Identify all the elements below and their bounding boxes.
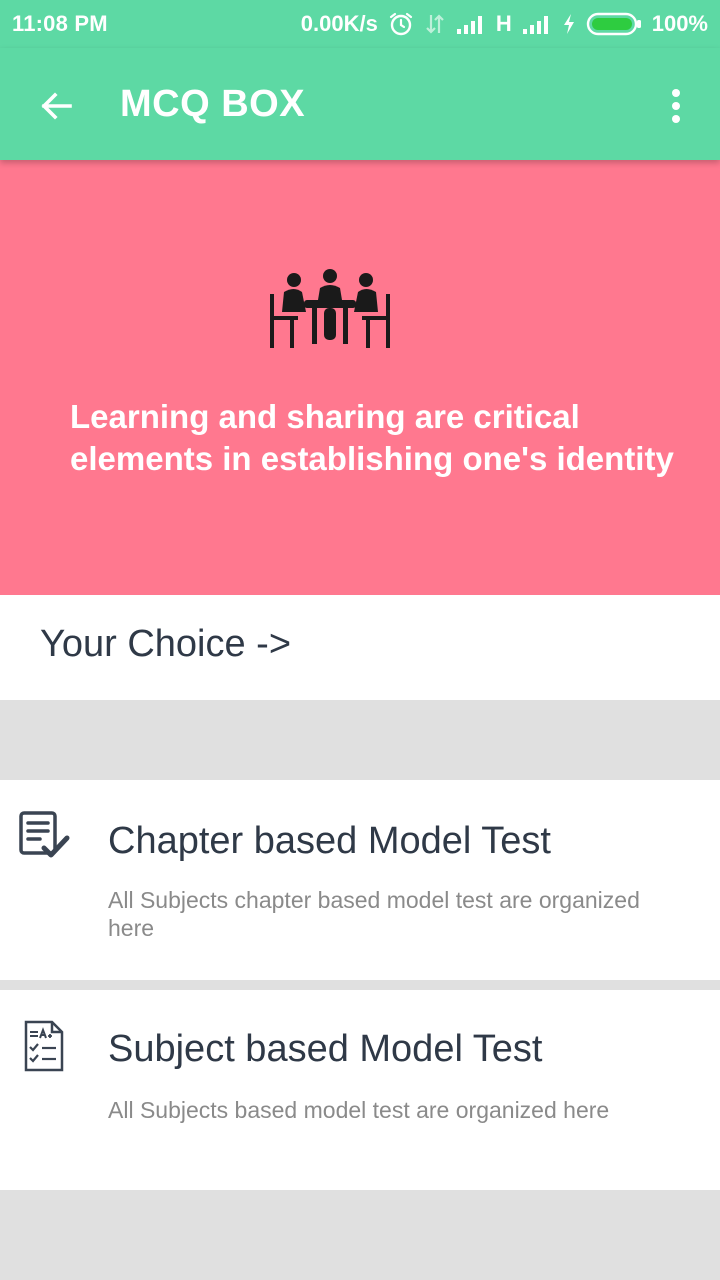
more-vert-icon	[672, 89, 680, 123]
status-indicators: 0.00K/s H 100%	[301, 11, 708, 37]
battery-percent: 100%	[651, 11, 708, 36]
back-button[interactable]	[32, 82, 80, 130]
hero-banner: Learning and sharing are critical elemen…	[0, 160, 720, 595]
battery-icon	[586, 12, 642, 36]
overflow-menu-button[interactable]	[652, 82, 700, 130]
hero-quote: Learning and sharing are critical elemen…	[70, 398, 674, 477]
quiz-sheet-icon	[24, 1020, 64, 1072]
card-title: Chapter based Model Test	[108, 820, 551, 862]
alarm-icon	[388, 11, 414, 37]
signal-icon	[456, 13, 486, 35]
signal-icon	[522, 13, 552, 35]
net-speed: 0.00K/s	[300, 11, 378, 36]
choice-header: Your Choice ->	[0, 595, 720, 700]
app-bar: MCQ BOX	[0, 48, 720, 160]
app-title: MCQ BOX	[120, 83, 306, 125]
chapter-test-card[interactable]: Chapter based Model Test All Subjects ch…	[0, 780, 720, 980]
network-type: H	[495, 11, 512, 36]
status-time: 11:08 PM	[12, 11, 108, 36]
meeting-table-icon	[270, 269, 390, 348]
checklist-icon	[19, 811, 70, 858]
card-description: All Subjects chapter based model test ar…	[108, 887, 640, 941]
subject-test-card[interactable]: Subject based Model Test All Subjects ba…	[0, 990, 720, 1190]
arrow-left-icon	[41, 92, 72, 120]
charging-icon	[562, 13, 576, 35]
choice-label: Your Choice ->	[40, 623, 292, 665]
card-title: Subject based Model Test	[108, 1028, 543, 1070]
data-transfer-icon	[424, 12, 446, 36]
status-bar: 11:08 PM 0.00K/s H 100%	[0, 0, 720, 48]
card-description: All Subjects based model test are organi…	[108, 1097, 610, 1123]
